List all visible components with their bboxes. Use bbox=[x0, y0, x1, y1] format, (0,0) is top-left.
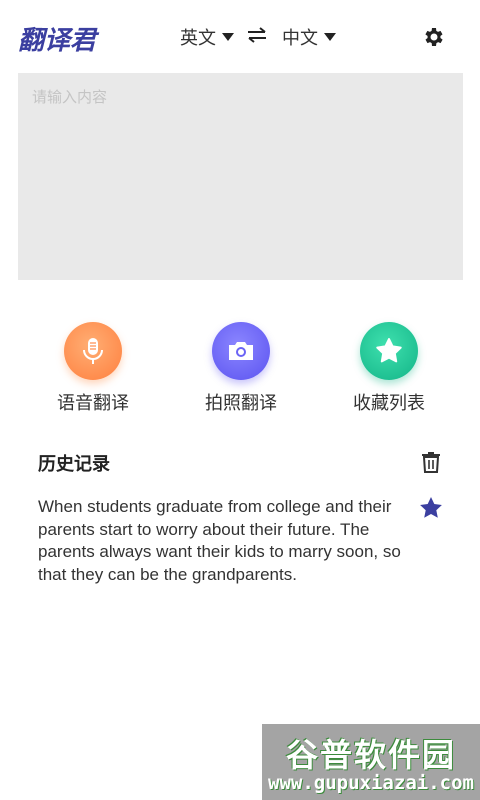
favorites-list-button[interactable]: 收藏列表 bbox=[334, 322, 444, 415]
source-language-selector[interactable]: 英文 bbox=[180, 24, 234, 50]
star-icon[interactable] bbox=[418, 496, 444, 520]
voice-translate-label: 语音翻译 bbox=[57, 393, 129, 414]
photo-translate-button[interactable]: 拍照翻译 bbox=[186, 322, 296, 415]
watermark: 谷普软件园 www.gupuxiazai.com bbox=[262, 724, 480, 800]
target-language-selector[interactable]: 中文 bbox=[282, 24, 336, 50]
history-item-text[interactable]: When students graduate from college and … bbox=[38, 496, 418, 586]
photo-translate-label: 拍照翻译 bbox=[205, 393, 277, 414]
translation-input[interactable] bbox=[18, 73, 463, 280]
gear-icon[interactable] bbox=[422, 25, 446, 49]
microphone-icon bbox=[83, 338, 103, 364]
watermark-title: 谷普软件园 bbox=[285, 736, 456, 774]
history-title: 历史记录 bbox=[38, 454, 110, 475]
action-bar: 语音翻译 拍照翻译 收藏列表 bbox=[0, 322, 480, 415]
watermark-url: www.gupuxiazai.com bbox=[268, 772, 474, 794]
source-language-label: 英文 bbox=[180, 28, 216, 49]
swap-arrows-icon[interactable] bbox=[246, 26, 268, 44]
voice-translate-button[interactable]: 语音翻译 bbox=[38, 322, 148, 415]
caret-down-icon bbox=[222, 33, 234, 41]
voice-translate-circle bbox=[64, 322, 122, 380]
star-icon bbox=[376, 338, 402, 363]
favorites-list-label: 收藏列表 bbox=[353, 393, 425, 414]
caret-down-icon bbox=[324, 33, 336, 41]
app-logo: 翻译君 bbox=[18, 26, 97, 56]
camera-icon bbox=[229, 342, 253, 360]
target-language-label: 中文 bbox=[282, 28, 318, 49]
favorites-list-circle bbox=[360, 322, 418, 380]
trash-icon[interactable] bbox=[421, 451, 441, 473]
photo-translate-circle bbox=[212, 322, 270, 380]
app-header: 翻译君 英文 中文 bbox=[0, 0, 480, 72]
